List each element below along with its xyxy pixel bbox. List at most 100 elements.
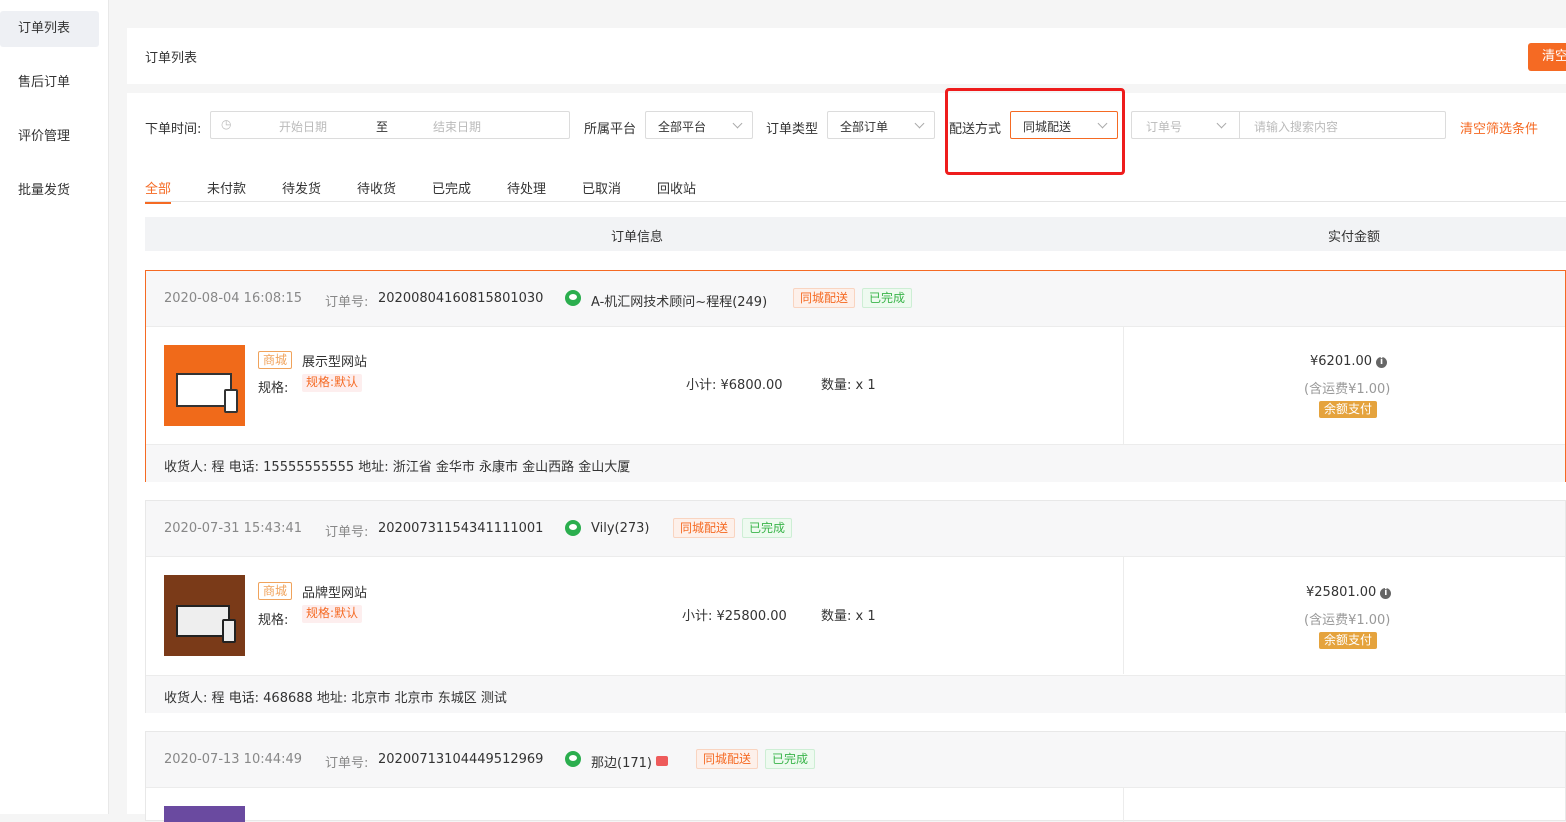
paid-amount: ¥6201.00 i xyxy=(1310,354,1388,369)
subtotal: 小计: ¥25800.00 xyxy=(682,609,787,624)
order-number-label: 订单号: xyxy=(325,756,369,771)
order-type-select[interactable]: 全部订单 xyxy=(827,111,935,139)
sidebar: 订单列表 售后订单 评价管理 批量发货 xyxy=(0,0,109,814)
tab-all[interactable]: 全部 xyxy=(145,178,172,204)
end-date-input[interactable]: 结束日期 xyxy=(433,118,481,135)
order-type-select-value: 全部订单 xyxy=(840,120,889,134)
delivery-badge: 同城配送 xyxy=(673,518,736,538)
product-thumbnail[interactable] xyxy=(164,575,245,656)
tab-cancelled[interactable]: 已取消 xyxy=(582,178,621,197)
order-body: 商城 展示型网站 规格: 规格:默认 小计: ¥6800.00 数量: x 1 … xyxy=(146,327,1565,444)
order-time-label: 下单时间: xyxy=(145,122,202,137)
shipping-fee: (含运费¥1.00) xyxy=(1304,613,1391,628)
page-header: 订单列表 清空 xyxy=(127,28,1566,84)
clock-icon: ◷ xyxy=(221,117,232,131)
quantity: 数量: x 1 xyxy=(821,378,876,393)
status-badge: 已完成 xyxy=(742,518,793,538)
shipping-address: 收货人: 程 电话: 15555555555 地址: 浙江省 金华市 永康市 金… xyxy=(164,460,631,475)
status-tabs: 全部 未付款 待发货 待收货 已完成 待处理 已取消 回收站 xyxy=(145,178,1566,204)
product-thumbnail[interactable] xyxy=(164,345,245,426)
paid-amount-value: ¥25801.00 xyxy=(1306,585,1377,600)
order-number-label: 订单号: xyxy=(325,295,369,310)
platform-select-value: 全部平台 xyxy=(658,120,707,134)
info-icon[interactable]: i xyxy=(1380,588,1392,599)
quantity: 数量: x 1 xyxy=(821,609,876,624)
delivery-label: 配送方式 xyxy=(949,122,1002,137)
order-time: 2020-08-04 16:08:15 xyxy=(164,291,303,306)
delivery-badge: 同城配送 xyxy=(696,749,759,769)
sidebar-item-order-list[interactable]: 订单列表 xyxy=(0,11,99,47)
shop-tag: 商城 xyxy=(258,582,293,600)
order-header: 2020-08-04 16:08:15 订单号: 202008041608158… xyxy=(146,271,1565,327)
spec-label: 规格: xyxy=(258,613,289,628)
delivery-badge: 同城配送 xyxy=(793,288,856,308)
chevron-down-icon xyxy=(1216,118,1227,129)
sidebar-item-after-sales[interactable]: 售后订单 xyxy=(0,65,99,101)
chevron-down-icon xyxy=(914,118,925,129)
order-header: 2020-07-13 10:44:49 订单号: 202007131044495… xyxy=(146,732,1565,788)
delivery-select[interactable]: 同城配送 xyxy=(1010,111,1118,139)
platform-select[interactable]: 全部平台 xyxy=(645,111,753,139)
order-card: 2020-08-04 16:08:15 订单号: 202008041608158… xyxy=(145,270,1566,482)
chat-icon[interactable] xyxy=(655,756,668,766)
customer-name[interactable]: Vily(273) xyxy=(591,521,649,536)
wechat-icon xyxy=(565,751,581,767)
status-badge: 已完成 xyxy=(862,288,913,308)
shop-tag: 商城 xyxy=(258,351,293,369)
chevron-down-icon xyxy=(732,118,743,129)
shipping-fee: (含运费¥1.00) xyxy=(1304,382,1391,397)
column-order-info: 订单信息 xyxy=(611,230,664,245)
order-time: 2020-07-13 10:44:49 xyxy=(164,752,303,767)
order-body xyxy=(146,788,1565,822)
order-panel: 下单时间: ◷ 开始日期 至 结束日期 所属平台 全部平台 订单类型 全部订单 … xyxy=(127,88,1566,822)
wechat-icon xyxy=(565,520,581,536)
spec-value: 规格:默认 xyxy=(302,605,363,623)
page-title: 订单列表 xyxy=(145,51,198,66)
shipping-address: 收货人: 程 电话: 468688 地址: 北京市 北京市 东城区 测试 xyxy=(164,691,507,706)
order-number: 20200731154341111001 xyxy=(378,521,544,536)
start-date-input[interactable]: 开始日期 xyxy=(279,118,327,135)
customer-name[interactable]: 那边(171) xyxy=(591,752,668,771)
platform-label: 所属平台 xyxy=(584,122,637,137)
order-card: 2020-07-13 10:44:49 订单号: 202007131044495… xyxy=(145,731,1566,822)
sidebar-item-batch-ship[interactable]: 批量发货 xyxy=(0,173,99,209)
spec-value: 规格:默认 xyxy=(302,374,363,392)
tab-completed[interactable]: 已完成 xyxy=(432,178,471,197)
product-thumbnail[interactable] xyxy=(164,806,245,822)
column-divider xyxy=(1123,557,1124,674)
tab-to-receive[interactable]: 待收货 xyxy=(357,178,396,197)
customer-name[interactable]: A-机汇网技术顾问~程程(249) xyxy=(591,291,767,310)
paid-amount-value: ¥6201.00 xyxy=(1310,354,1373,369)
wechat-icon xyxy=(565,290,581,306)
tab-to-ship[interactable]: 待发货 xyxy=(282,178,321,197)
product-name[interactable]: 展示型网站 xyxy=(302,351,367,370)
search-field-select[interactable]: 订单号 xyxy=(1132,112,1240,138)
column-divider xyxy=(1123,788,1124,822)
order-footer: 收货人: 程 电话: 468688 地址: 北京市 北京市 东城区 测试 xyxy=(146,675,1565,713)
order-number: 20200713104449512969 xyxy=(378,752,544,767)
tab-pending[interactable]: 待处理 xyxy=(507,178,546,197)
status-badge: 已完成 xyxy=(765,749,816,769)
range-separator: 至 xyxy=(376,120,389,134)
order-body: 商城 品牌型网站 规格: 规格:默认 小计: ¥25800.00 数量: x 1… xyxy=(146,557,1565,674)
order-type-label: 订单类型 xyxy=(766,122,819,137)
subtotal: 小计: ¥6800.00 xyxy=(686,378,783,393)
info-icon[interactable]: i xyxy=(1376,357,1388,368)
column-paid-amount: 实付金额 xyxy=(1328,230,1381,245)
order-card: 2020-07-31 15:43:41 订单号: 202007311543411… xyxy=(145,500,1566,713)
paid-amount: ¥25801.00 i xyxy=(1306,585,1392,600)
customer-name-text: 那边(171) xyxy=(591,756,652,771)
order-number: 20200804160815801030 xyxy=(378,291,544,306)
clear-button[interactable]: 清空 xyxy=(1528,43,1566,71)
pay-method-badge: 余额支付 xyxy=(1319,632,1378,649)
product-name[interactable]: 品牌型网站 xyxy=(302,582,367,601)
delivery-select-value: 同城配送 xyxy=(1023,120,1072,134)
date-range-picker[interactable]: ◷ 开始日期 至 结束日期 xyxy=(210,111,570,139)
order-header: 2020-07-31 15:43:41 订单号: 202007311543411… xyxy=(146,501,1565,557)
tab-recycle-bin[interactable]: 回收站 xyxy=(657,178,696,197)
clear-filters-link[interactable]: 清空筛选条件 xyxy=(1460,118,1538,137)
tab-unpaid[interactable]: 未付款 xyxy=(207,178,246,197)
search-input[interactable]: 请输入搜索内容 xyxy=(1254,118,1338,135)
spec-label: 规格: xyxy=(258,381,289,396)
sidebar-item-reviews[interactable]: 评价管理 xyxy=(0,119,99,155)
